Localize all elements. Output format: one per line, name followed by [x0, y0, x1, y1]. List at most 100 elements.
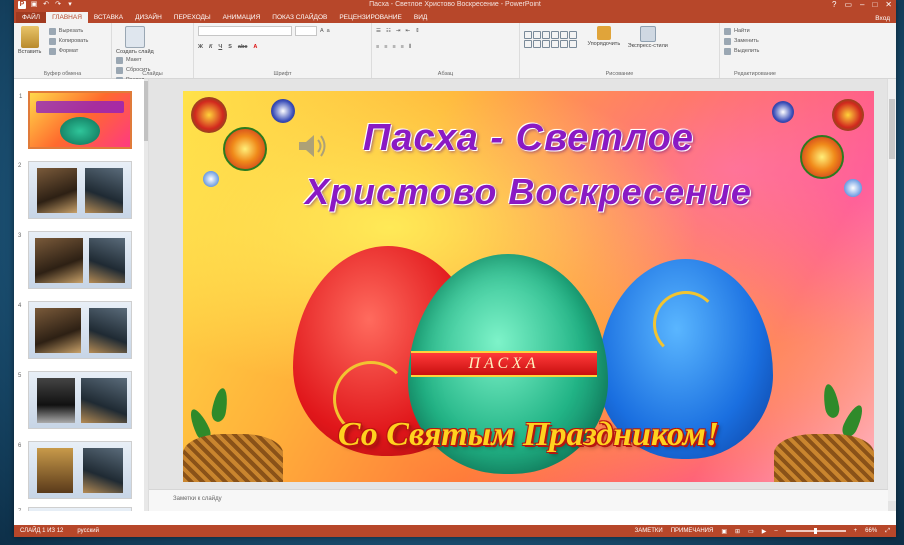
thumbnail-image [89, 308, 127, 353]
minimize-icon[interactable]: – [860, 0, 864, 9]
cut-button[interactable]: Вырезать [48, 26, 89, 36]
numbering-icon[interactable]: ☷ [386, 28, 391, 34]
shadow-icon[interactable]: S [228, 44, 232, 50]
group-drawing: Упорядочить Экспресс-стили Рисование [520, 23, 720, 78]
arrange-icon [596, 26, 611, 40]
arrange-button[interactable]: Упорядочить [587, 26, 620, 47]
slide-greeting[interactable]: Со Святым Праздником! [183, 416, 874, 454]
zoom-slider[interactable] [785, 528, 846, 534]
quick-styles-button[interactable]: Экспресс-стили [628, 26, 668, 49]
tab-design[interactable]: ДИЗАЙН [129, 12, 168, 23]
notes-toggle[interactable]: ЗАМЕТКИ [635, 528, 663, 534]
shapes-gallery[interactable] [524, 31, 577, 48]
tab-file[interactable]: ФАЙЛ [16, 12, 47, 23]
thumbnail-eggs [60, 117, 100, 145]
title-bar: P ▣ ↶ ↷ ▾ Пасха - Светлое Христово Воскр… [14, 0, 896, 12]
columns-icon[interactable]: ⫴ [409, 44, 411, 51]
normal-view-icon[interactable]: ▣ [721, 528, 727, 535]
ribbon: Вставить Вырезать Копировать Формат Буфе… [14, 23, 896, 84]
copy-button[interactable]: Копировать [48, 36, 88, 46]
thumbnails-scrollbar[interactable] [144, 79, 148, 511]
cut-icon [48, 27, 56, 35]
text-direction-icon[interactable]: ⇕ [415, 28, 420, 34]
underline-icon[interactable]: Ч [218, 44, 222, 50]
align-center-icon[interactable]: ≡ [384, 44, 387, 50]
close-icon[interactable]: ✕ [885, 0, 892, 9]
tab-animations[interactable]: АНИМАЦИЯ [217, 12, 267, 23]
justify-icon[interactable]: ≡ [401, 44, 404, 50]
zoom-in-icon[interactable]: + [854, 528, 858, 534]
quick-styles-icon [639, 26, 656, 42]
zoom-level[interactable]: 66% [865, 528, 877, 534]
paste-button[interactable]: Вставить [18, 26, 41, 55]
scrollbar-thumb[interactable] [889, 99, 895, 159]
slide-thumbnail[interactable]: 1 [19, 91, 132, 149]
tab-review[interactable]: РЕЦЕНЗИРОВАНИЕ [333, 12, 408, 23]
egg-band-label: ПАСХА [411, 351, 597, 377]
window-title: Пасха - Светлое Христово Воскресение - P… [369, 1, 541, 8]
format-painter-button[interactable]: Формат [48, 46, 89, 56]
comments-toggle[interactable]: ПРИМЕЧАНИЯ [671, 528, 714, 534]
zoom-out-icon[interactable]: – [774, 528, 777, 534]
bold-icon[interactable]: Ж [198, 44, 203, 50]
find-icon [724, 27, 731, 35]
replace-button[interactable]: Заменить [724, 36, 786, 46]
fit-slide-icon[interactable]: ⤢ [885, 528, 890, 535]
current-slide[interactable]: Пасха - Светлое Христово Воскресение ПАС… [183, 91, 874, 482]
zoom-slider-thumb[interactable] [813, 528, 817, 534]
thumbnail-image [83, 448, 123, 493]
align-left-icon[interactable]: ≡ [376, 44, 379, 50]
thumbnail-image [81, 378, 127, 423]
slide-title-line1[interactable]: Пасха - Светлое [183, 117, 874, 160]
font-color-icon[interactable]: A [253, 44, 257, 50]
grow-font-icon[interactable]: A [320, 28, 324, 34]
slide-thumbnail[interactable]: 6 [18, 441, 132, 499]
shrink-font-icon[interactable]: a [327, 28, 330, 34]
tab-slideshow[interactable]: ПОКАЗ СЛАЙДОВ [266, 12, 333, 23]
new-slide-button[interactable]: Создать слайд [116, 26, 154, 55]
thumbnail-image [37, 378, 75, 423]
layout-icon [116, 56, 123, 64]
maximize-icon[interactable]: □ [872, 0, 877, 9]
strikethrough-icon[interactable]: abc [238, 44, 247, 50]
group-font: A a Ж К Ч S abc A Шрифт [194, 23, 372, 78]
notes-pane[interactable]: Заметки к слайду [149, 489, 888, 511]
scrollbar-thumb[interactable] [144, 81, 148, 141]
tab-transitions[interactable]: ПЕРЕХОДЫ [168, 12, 217, 23]
sign-in-link[interactable]: Вход [875, 15, 890, 22]
font-size-select[interactable] [295, 26, 317, 36]
thumbnail-image [37, 168, 77, 213]
slide-thumbnail[interactable]: 4 [18, 301, 132, 359]
select-button[interactable]: Выделить [724, 46, 786, 56]
bullets-icon[interactable]: ☰ [376, 28, 381, 34]
ribbon-display-icon[interactable]: ▭ [844, 0, 852, 9]
slideshow-icon[interactable]: ▶ [762, 528, 767, 535]
align-right-icon[interactable]: ≡ [392, 44, 395, 50]
powerpoint-window: P ▣ ↶ ↷ ▾ Пасха - Светлое Христово Воскр… [14, 0, 896, 537]
slide-sorter-icon[interactable]: ⊞ [735, 528, 740, 535]
tab-view[interactable]: ВИД [408, 12, 433, 23]
slide-thumbnail[interactable]: 2 [18, 161, 132, 219]
replace-icon [724, 37, 731, 45]
slide-title-line2[interactable]: Христово Воскресение [183, 171, 874, 213]
thumbnail-image [85, 168, 123, 213]
ribbon-tabs: ФАЙЛ ГЛАВНАЯ ВСТАВКА ДИЗАЙН ПЕРЕХОДЫ АНИ… [14, 12, 896, 23]
tab-insert[interactable]: ВСТАВКА [88, 12, 129, 23]
slide-thumbnail[interactable]: 7 [18, 507, 132, 511]
font-name-select[interactable] [198, 26, 292, 36]
slide-thumbnail[interactable]: 3 [18, 231, 132, 289]
thumbnail-image [35, 238, 83, 283]
help-icon[interactable]: ? [832, 0, 836, 9]
tab-home[interactable]: ГЛАВНАЯ [46, 12, 88, 23]
outdent-icon[interactable]: ⇤ [405, 28, 410, 34]
find-button[interactable]: Найти [724, 26, 786, 36]
language-indicator[interactable]: русский [77, 528, 99, 534]
thumbnail-title [36, 101, 124, 113]
layout-button[interactable]: Макет [116, 55, 150, 65]
italic-icon[interactable]: К [209, 44, 212, 50]
indent-icon[interactable]: ⇥ [396, 28, 401, 34]
slide-thumbnail[interactable]: 5 [18, 371, 132, 429]
window-controls: ? ▭ – □ ✕ [832, 0, 892, 9]
reading-view-icon[interactable]: ▭ [748, 528, 754, 535]
editor-scrollbar[interactable] [887, 79, 896, 501]
